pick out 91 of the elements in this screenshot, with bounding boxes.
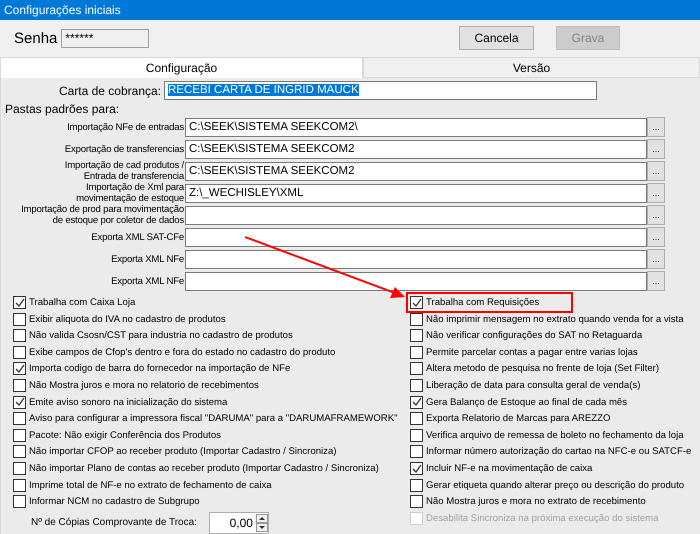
checkbox[interactable] — [410, 428, 423, 442]
billing-letter-field[interactable]: RECEBI CARTA DE INGRID MAUCK — [164, 81, 597, 100]
folder-path-field[interactable]: C:\SEEK\SISTEMA SEEKCOM2 — [185, 162, 647, 181]
checkbox[interactable] — [410, 462, 423, 475]
option-label: Gerar etiqueta quando alterar preço ou descrição do produto — [426, 480, 684, 491]
field-label: Importação NFe de entradas — [67, 122, 184, 133]
checkbox[interactable] — [410, 312, 423, 326]
browse-button[interactable]: ... — [647, 139, 665, 160]
field-label: Exporta XML NFe — [111, 276, 184, 287]
option-label: Exibir aliquota do IVA no cadastro de produtos — [29, 314, 226, 325]
option-label: Altera metodo de pesquisa no frente de loja (Set Filter) — [426, 363, 660, 374]
checkbox[interactable] — [13, 379, 26, 392]
section-heading: Pastas padrões para: — [4, 103, 120, 116]
option-label: Trabalha com Caixa Loja — [29, 297, 136, 308]
checkbox[interactable] — [410, 412, 423, 426]
checkbox[interactable] — [410, 346, 423, 359]
checkbox[interactable] — [13, 445, 26, 458]
checkbox[interactable] — [410, 396, 423, 409]
checkbox[interactable] — [13, 478, 26, 492]
option-label: Importa codigo de barra do fornecedor na importação de NFe — [29, 363, 290, 374]
checkbox[interactable] — [13, 312, 26, 326]
browse-button[interactable]: ... — [647, 161, 665, 182]
option-label: Informar NCM no cadastro de Subgrupo — [29, 496, 200, 508]
field-label: Exporta XML SAT-CFe — [91, 232, 184, 243]
tab[interactable]: Configuração — [0, 56, 363, 78]
browse-button[interactable]: ... — [647, 183, 665, 204]
checkbox[interactable] — [13, 412, 26, 426]
checkbox[interactable] — [13, 296, 26, 310]
field-label: Importação de cad produtos / — [64, 160, 184, 172]
option-label: Desabilita Sincroniza na próxima execução do sistema — [426, 512, 658, 524]
tab[interactable]: Versão — [363, 56, 700, 78]
option-label: Exporta Relatorio de Marcas para AREZZO — [426, 413, 610, 424]
checkbox[interactable] — [13, 346, 26, 359]
field-label: movimentação de estoque — [76, 193, 184, 204]
window-title: Configurações iniciais — [0, 0, 700, 20]
option-label: Permite parcelar contas a pagar entre varias lojas — [426, 346, 638, 358]
option-label: Imprime total de NF-e no extrato de fechamento de caixa — [29, 480, 272, 491]
option-label: Aviso para configurar a impressora fiscal "DARUMA" para a "DARUMAFRAMEWORK" — [29, 413, 398, 424]
browse-button[interactable]: ... — [647, 271, 665, 292]
folder-path-field[interactable] — [185, 250, 647, 269]
option-label: Verifica arquivo de remessa de boleto no fechamento da loja — [426, 430, 684, 441]
option-label: Não importar Plano de contas ao receber produto (Importar Cadastro / Sincroniza) — [29, 463, 379, 474]
option-label: Não Mostra juros e mora no extrato de recebimento — [426, 496, 646, 508]
browse-button[interactable]: ... — [647, 227, 665, 248]
browse-button[interactable]: ... — [647, 205, 665, 226]
option-label: Liberação de data para consulta geral de venda(s) — [426, 380, 640, 392]
option-label: Exibe campos de Cfop's dentro e fora do estado no cadastro do produto — [29, 346, 336, 358]
option-label: Incluir NF-e na movimentação de caixa — [426, 463, 592, 474]
option-label: Não Mostra juros e mora no relatorio de recebimentos — [29, 380, 259, 392]
field-label: Entrada de transferencia — [84, 171, 184, 182]
folder-path-field[interactable]: C:\SEEK\SISTEMA SEEKCOM2 — [185, 140, 647, 159]
option-label: Não valida Csosn/CST para industria no cadastro de produtos — [29, 330, 293, 342]
checkbox[interactable] — [13, 362, 26, 376]
option-label: Pacote: Não exigir Conferência dos Produtos — [29, 430, 221, 441]
checkbox[interactable] — [410, 296, 423, 310]
option-label: Gera Balanço de Estoque ao final de cada mês — [426, 396, 628, 408]
folder-path-field[interactable] — [185, 206, 647, 225]
checkbox[interactable] — [410, 495, 423, 508]
folder-path-field[interactable] — [185, 228, 647, 247]
password-label: Senha — [14, 30, 58, 47]
option-label: Informar número autorização do cartao na NFC-e ou SATCF-e — [426, 446, 692, 458]
checkbox[interactable] — [410, 478, 423, 492]
cancel-button[interactable]: Cancela — [459, 26, 534, 50]
checkbox[interactable] — [410, 329, 423, 342]
browse-button[interactable]: ... — [647, 249, 665, 270]
checkbox[interactable] — [13, 329, 26, 342]
folder-path-field[interactable] — [185, 272, 647, 291]
checkbox[interactable] — [13, 462, 26, 475]
field-label: Exportação de transferencias — [64, 144, 184, 155]
checkbox[interactable] — [13, 396, 26, 409]
folder-path-field[interactable]: C:\SEEK\SISTEMA SEEKCOM2\ — [185, 118, 647, 137]
checkbox[interactable] — [410, 379, 423, 392]
option-label: Emite aviso sonoro na inicialização do sistema — [29, 396, 228, 408]
field-label: Nº de Cópias Comprovante de Troca: — [31, 517, 197, 528]
checkbox[interactable] — [410, 445, 423, 458]
checkbox[interactable] — [13, 495, 26, 508]
field-label: de estoque por coletor de dados — [52, 215, 184, 226]
field-label: Importação de prod para movimentação — [21, 204, 184, 216]
option-label: Não verificar configurações do SAT no Retaguarda — [426, 330, 642, 342]
folder-path-field[interactable]: Z:\_WECHISLEY\XML — [185, 184, 647, 203]
option-label: Não importar CFOP ao receber produto (Importar Cadastro / Sincroniza) — [29, 446, 336, 458]
copies-spinner[interactable]: 0,00 — [208, 512, 269, 534]
checkbox[interactable] — [410, 362, 423, 376]
option-label: Trabalha com Requisições — [426, 297, 540, 308]
field-label: Importação de Xml para — [86, 182, 184, 194]
browse-button[interactable]: ... — [647, 117, 665, 138]
field-label: Carta de cobrança: — [58, 84, 162, 98]
checkbox[interactable] — [13, 428, 26, 442]
option-label: Não imprimir mensagem no extrato quando venda for a vista — [426, 314, 684, 325]
password-field[interactable]: ****** — [61, 28, 150, 48]
field-label: Exporta XML NFe — [111, 254, 184, 265]
